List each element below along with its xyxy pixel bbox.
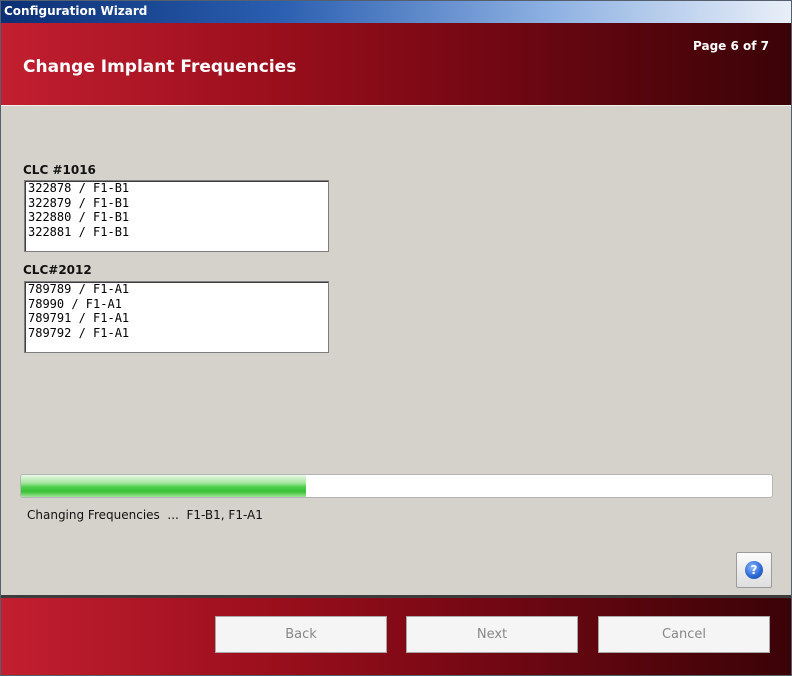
help-icon: ? xyxy=(745,561,763,579)
group-label-clc-2012: CLC#2012 xyxy=(23,263,92,277)
progress-fill xyxy=(21,475,307,497)
clc-1016-listbox[interactable]: 322878 / F1-B1 322879 / F1-B1 322880 / F… xyxy=(24,180,329,252)
back-button[interactable]: Back xyxy=(215,616,387,653)
wizard-footer: Back Next Cancel xyxy=(1,595,791,675)
progress-bar xyxy=(20,474,773,498)
title-bar[interactable]: Configuration Wizard xyxy=(1,1,791,23)
list-item[interactable]: 789789 / F1-A1 xyxy=(25,282,328,297)
window-title: Configuration Wizard xyxy=(4,4,148,18)
group-label-clc-1016: CLC #1016 xyxy=(23,163,96,177)
list-item[interactable]: 789792 / F1-A1 xyxy=(25,326,328,341)
wizard-header: Change Implant Frequencies Page 6 of 7 xyxy=(1,23,791,106)
wizard-window: Configuration Wizard Change Implant Freq… xyxy=(0,0,792,676)
list-item[interactable]: 322879 / F1-B1 xyxy=(25,196,328,211)
list-item[interactable]: 322881 / F1-B1 xyxy=(25,225,328,240)
list-item[interactable]: 789791 / F1-A1 xyxy=(25,311,328,326)
page-title: Change Implant Frequencies xyxy=(23,57,297,77)
list-item[interactable]: 78990 / F1-A1 xyxy=(25,297,328,312)
next-button[interactable]: Next xyxy=(406,616,578,653)
list-item[interactable]: 322878 / F1-B1 xyxy=(25,181,328,196)
list-item[interactable]: 322880 / F1-B1 xyxy=(25,210,328,225)
status-text: Changing Frequencies ... F1-B1, F1-A1 xyxy=(27,508,263,522)
page-indicator: Page 6 of 7 xyxy=(693,39,769,53)
help-button[interactable]: ? xyxy=(736,552,772,588)
clc-2012-listbox[interactable]: 789789 / F1-A1 78990 / F1-A1 789791 / F1… xyxy=(24,281,329,353)
cancel-button[interactable]: Cancel xyxy=(598,616,770,653)
